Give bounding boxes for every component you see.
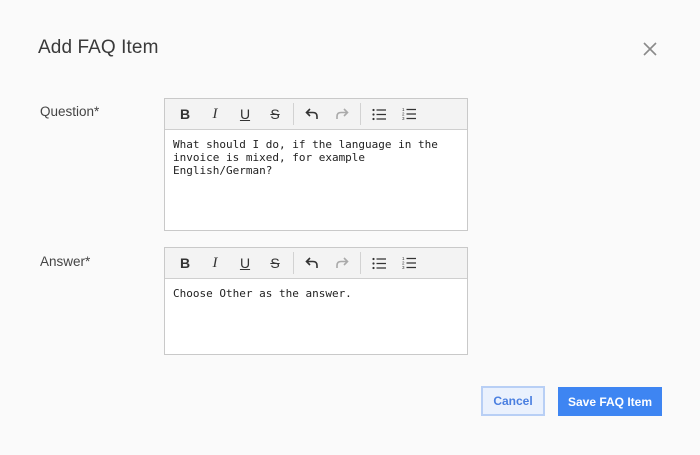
question-toolbar: B I U S 1 2 3: [165, 99, 467, 130]
redo-button[interactable]: [327, 99, 357, 130]
strikethrough-button[interactable]: S: [260, 248, 290, 279]
bold-button[interactable]: B: [170, 99, 200, 130]
answer-toolbar: B I U S 1 2 3: [165, 248, 467, 279]
italic-icon: I: [212, 105, 218, 122]
undo-button[interactable]: [297, 99, 327, 130]
save-faq-button[interactable]: Save FAQ Item: [558, 387, 662, 416]
svg-text:3: 3: [402, 265, 405, 270]
underline-icon: U: [239, 106, 251, 122]
question-editor: B I U S 1 2 3 What should I do, if the l…: [164, 98, 468, 231]
close-icon: [643, 42, 657, 56]
undo-button[interactable]: [297, 248, 327, 279]
svg-text:3: 3: [402, 116, 405, 121]
strikethrough-button[interactable]: S: [260, 99, 290, 130]
italic-icon: I: [212, 254, 218, 271]
dialog-title: Add FAQ Item: [38, 37, 159, 58]
cancel-button[interactable]: Cancel: [481, 386, 545, 416]
answer-editor: B I U S 1 2 3 Choose Other as the answer…: [164, 247, 468, 355]
bold-icon: B: [179, 255, 191, 271]
italic-button[interactable]: I: [200, 248, 230, 279]
numbered-list-icon: 1 2 3: [402, 256, 416, 270]
toolbar-separator: [293, 103, 294, 125]
bullet-list-icon: [371, 257, 386, 269]
numbered-list-button[interactable]: 1 2 3: [394, 248, 424, 279]
answer-input[interactable]: Choose Other as the answer.: [165, 279, 467, 308]
toolbar-separator: [360, 103, 361, 125]
bullet-list-button[interactable]: [364, 99, 394, 130]
question-label: Question*: [40, 104, 100, 119]
underline-icon: U: [239, 255, 251, 271]
bold-icon: B: [179, 106, 191, 122]
toolbar-separator: [293, 252, 294, 274]
redo-icon: [336, 257, 349, 268]
underline-button[interactable]: U: [230, 248, 260, 279]
italic-button[interactable]: I: [200, 99, 230, 130]
bullet-list-icon: [371, 108, 386, 120]
undo-icon: [305, 108, 318, 119]
redo-button[interactable]: [327, 248, 357, 279]
underline-button[interactable]: U: [230, 99, 260, 130]
close-button[interactable]: [641, 40, 659, 58]
strikethrough-icon: S: [270, 106, 280, 122]
redo-icon: [336, 108, 349, 119]
question-input[interactable]: What should I do, if the language in the…: [165, 130, 467, 185]
bullet-list-button[interactable]: [364, 248, 394, 279]
numbered-list-icon: 1 2 3: [402, 107, 416, 121]
answer-label: Answer*: [40, 254, 91, 269]
numbered-list-button[interactable]: 1 2 3: [394, 99, 424, 130]
toolbar-separator: [360, 252, 361, 274]
undo-icon: [305, 257, 318, 268]
strikethrough-icon: S: [270, 255, 280, 271]
bold-button[interactable]: B: [170, 248, 200, 279]
